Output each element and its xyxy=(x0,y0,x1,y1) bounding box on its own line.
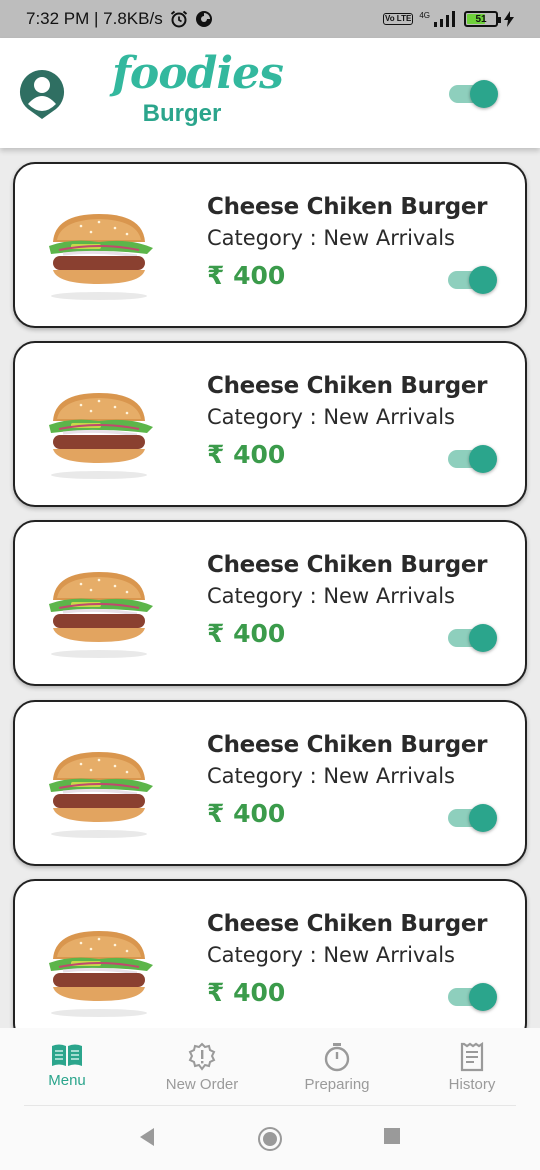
data-saver-icon xyxy=(195,11,212,27)
item-name: Cheese Chiken Burger xyxy=(207,552,488,578)
burger-image xyxy=(49,752,153,838)
nav-label-new-order: New Order xyxy=(165,1076,239,1093)
timer-icon xyxy=(324,1043,350,1072)
item-price: ₹ 400 xyxy=(207,440,286,469)
nav-item-new-order[interactable]: New Order xyxy=(142,1042,262,1093)
item-price: ₹ 400 xyxy=(207,978,286,1007)
item-category: Category : New Arrivals xyxy=(207,405,456,429)
recents-icon[interactable] xyxy=(383,1126,401,1144)
store-open-toggle[interactable] xyxy=(449,79,499,109)
item-price: ₹ 400 xyxy=(207,799,286,828)
home-icon[interactable] xyxy=(257,1126,283,1152)
burger-image xyxy=(49,572,153,658)
item-category: Category : New Arrivals xyxy=(207,943,456,967)
nav-item-menu[interactable]: Menu xyxy=(7,1042,127,1089)
nav-label-menu: Menu xyxy=(48,1072,86,1089)
item-price: ₹ 400 xyxy=(207,619,286,648)
item-category: Category : New Arrivals xyxy=(207,226,456,250)
logo-word: foodies xyxy=(112,48,284,99)
item-price: ₹ 400 xyxy=(207,261,286,290)
nav-label-preparing: Preparing xyxy=(304,1076,370,1093)
availability-toggle[interactable] xyxy=(448,803,498,833)
item-category: Category : New Arrivals xyxy=(207,764,456,788)
burger-image xyxy=(49,393,153,479)
menu-book-icon xyxy=(52,1044,82,1066)
receipt-icon xyxy=(460,1042,484,1072)
battery-indicator: 51 xyxy=(464,11,501,27)
nav-item-preparing[interactable]: Preparing xyxy=(277,1042,397,1093)
app-header: foodies Burger xyxy=(0,38,540,148)
new-order-badge-icon xyxy=(188,1042,216,1071)
availability-toggle[interactable] xyxy=(448,982,498,1012)
item-name: Cheese Chiken Burger xyxy=(207,373,488,399)
menu-item-card[interactable]: Cheese Chiken Burger Category : New Arri… xyxy=(13,879,527,1028)
network-type: 4G xyxy=(419,10,430,20)
profile-avatar-icon[interactable] xyxy=(18,68,66,120)
item-name: Cheese Chiken Burger xyxy=(207,194,488,220)
menu-item-card[interactable]: Cheese Chiken Burger Category : New Arri… xyxy=(13,700,527,866)
status-time-speed: 7:32 PM | 7.8KB/s xyxy=(26,9,163,28)
availability-toggle[interactable] xyxy=(448,444,498,474)
menu-item-card[interactable]: Cheese Chiken Burger Category : New Arri… xyxy=(13,162,527,328)
menu-item-card[interactable]: Cheese Chiken Burger Category : New Arri… xyxy=(13,520,527,686)
availability-toggle[interactable] xyxy=(448,265,498,295)
signal-icon xyxy=(434,11,455,27)
brand-logo: foodies Burger xyxy=(112,48,284,128)
item-name: Cheese Chiken Burger xyxy=(207,911,488,937)
burger-image xyxy=(49,214,153,300)
nav-item-history[interactable]: History xyxy=(412,1042,532,1093)
system-navigation-bar xyxy=(0,1106,540,1170)
volte-badge: Vo LTE xyxy=(382,13,414,25)
burger-image xyxy=(49,931,153,1017)
item-category: Category : New Arrivals xyxy=(207,584,456,608)
availability-toggle[interactable] xyxy=(448,623,498,653)
bottom-navigation: Menu New Order Preparing History xyxy=(0,1028,540,1106)
menu-item-card[interactable]: Cheese Chiken Burger Category : New Arri… xyxy=(13,341,527,507)
logo-subtitle: Burger xyxy=(142,100,222,127)
nav-label-history: History xyxy=(448,1076,496,1093)
item-name: Cheese Chiken Burger xyxy=(207,732,488,758)
alarm-icon xyxy=(170,10,187,28)
charging-icon xyxy=(504,11,514,27)
back-icon[interactable] xyxy=(137,1126,157,1148)
menu-list[interactable]: Cheese Chiken Burger Category : New Arri… xyxy=(0,148,540,1028)
status-bar: 7:32 PM | 7.8KB/s Vo LTE 4G 51 xyxy=(0,0,540,38)
